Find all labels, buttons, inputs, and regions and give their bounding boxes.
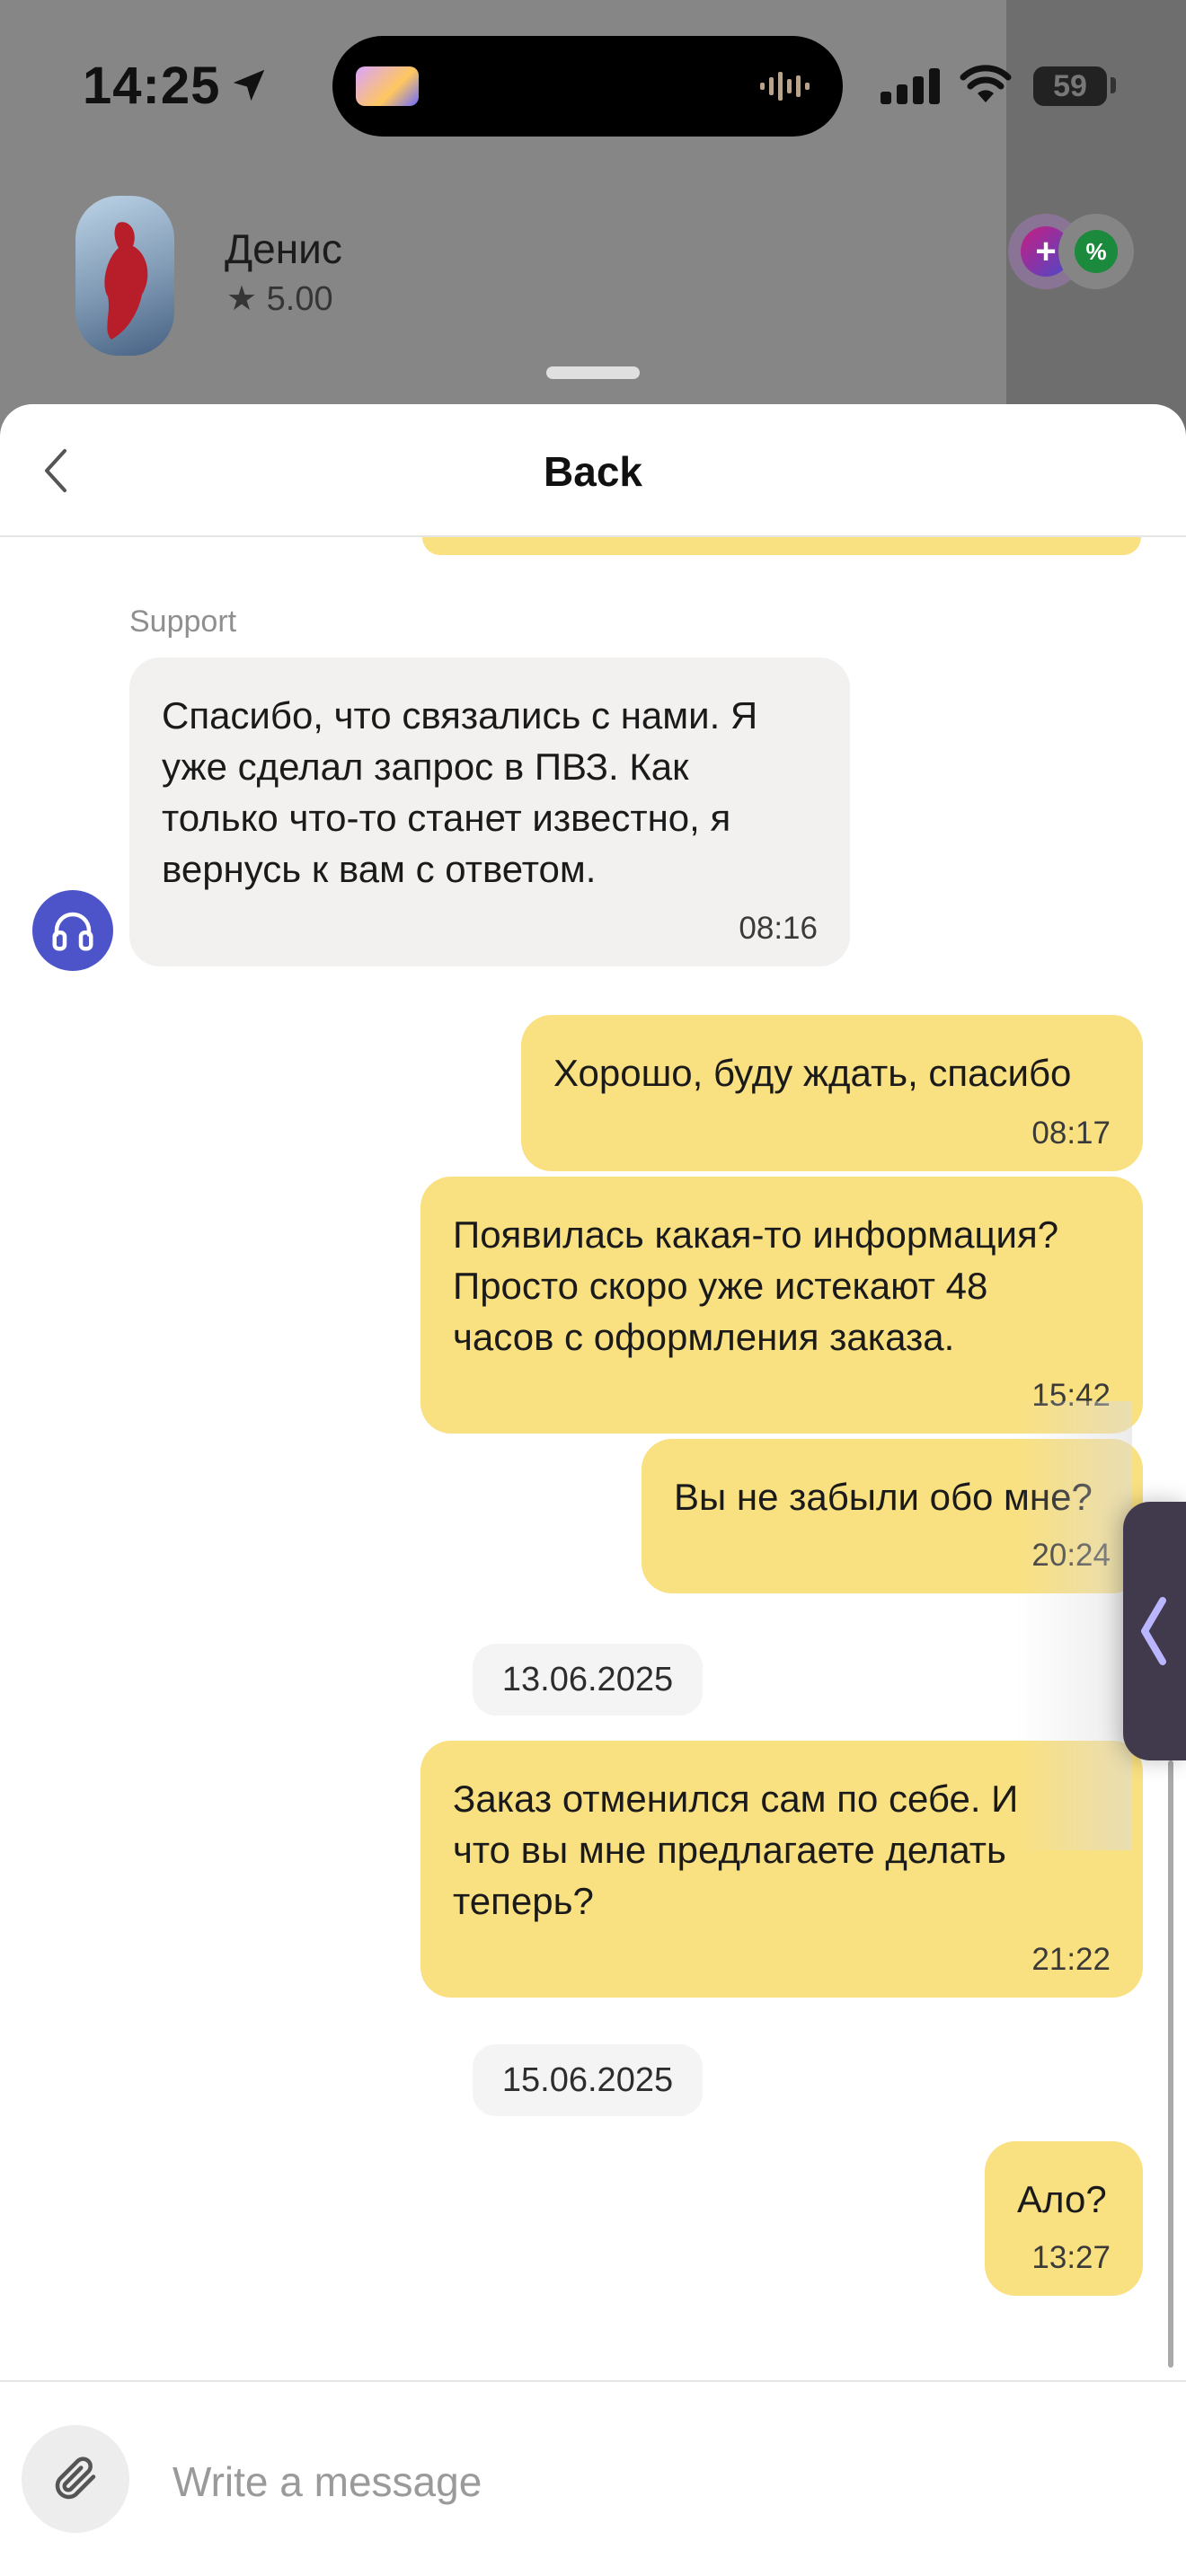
outgoing-message[interactable]: Ало? 13:27 [985, 2141, 1143, 2296]
cashback-badge[interactable]: % [1058, 214, 1134, 289]
outgoing-message[interactable]: Появилась какая-то информация? Просто ск… [420, 1177, 1143, 1434]
cellular-signal-icon [881, 68, 940, 104]
date-separator: 15.06.2025 [473, 2044, 703, 2116]
audio-waveform-icon [760, 72, 810, 101]
attach-button[interactable] [22, 2425, 129, 2533]
paperclip-icon [55, 2457, 96, 2500]
outgoing-message[interactable]: Хорошо, буду ждать, спасибо 08:17 [521, 1015, 1143, 1171]
message-text: Хорошо, буду ждать, спасибо [553, 1052, 1072, 1094]
sender-label: Support [129, 604, 237, 639]
support-chat-sheet: Back Support Спасибо, что связались с на… [0, 404, 1186, 2576]
message-text: Спасибо, что связались с нами. Я уже сде… [162, 694, 758, 890]
scrollbar-thumb[interactable] [1168, 1760, 1173, 2368]
message-time: 21:22 [1031, 1942, 1111, 1977]
message-time: 20:24 [1031, 1538, 1111, 1573]
status-bar: 14:25 59 [0, 0, 1186, 171]
incoming-message[interactable]: Спасибо, что связались с нами. Я уже сде… [129, 657, 850, 966]
message-input[interactable] [171, 2445, 1073, 2519]
message-time: 13:27 [1031, 2240, 1111, 2275]
previous-message-bubble [422, 537, 1141, 555]
header-title[interactable]: Back [0, 447, 1186, 496]
location-arrow-icon [233, 69, 265, 101]
driver-name: Денис [225, 225, 342, 272]
outgoing-message[interactable]: Заказ отменился сам по себе. И что вы мн… [420, 1741, 1143, 1998]
message-text: Появилась какая-то информация? Просто ск… [453, 1213, 1059, 1358]
message-list[interactable]: Support Спасибо, что связались с нами. Я… [0, 537, 1186, 2378]
message-time: 08:16 [739, 911, 818, 946]
message-time: 08:17 [1031, 1116, 1111, 1151]
outgoing-message[interactable]: Вы не забыли обо мне? 20:24 [642, 1439, 1143, 1593]
headphones-icon [52, 912, 93, 951]
driver-avatar[interactable] [75, 196, 174, 356]
date-separator: 13.06.2025 [473, 1644, 703, 1716]
sheet-grabber[interactable] [546, 366, 640, 379]
chevron-left-icon [1141, 1597, 1166, 1665]
message-composer [0, 2380, 1186, 2576]
message-text: Ало? [1017, 2178, 1107, 2220]
message-time: 15:42 [1031, 1378, 1111, 1413]
wifi-icon [960, 65, 1012, 102]
driver-photo-icon [104, 222, 148, 340]
now-playing-thumbnail-icon [356, 66, 419, 106]
status-time: 14:25 [83, 57, 221, 115]
chat-header: Back [0, 404, 1186, 537]
cashback-badge-label: % [1075, 230, 1118, 273]
battery-tip [1111, 77, 1116, 93]
message-text: Вы не забыли обо мне? [674, 1476, 1093, 1518]
message-text: Заказ отменился сам по себе. И что вы мн… [453, 1778, 1019, 1922]
driver-rating: ★ 5.00 [226, 280, 333, 318]
battery-indicator: 59 [1033, 66, 1107, 106]
support-avatar [32, 890, 113, 971]
dynamic-island[interactable] [332, 36, 843, 137]
side-panel-handle[interactable] [1123, 1502, 1186, 1760]
